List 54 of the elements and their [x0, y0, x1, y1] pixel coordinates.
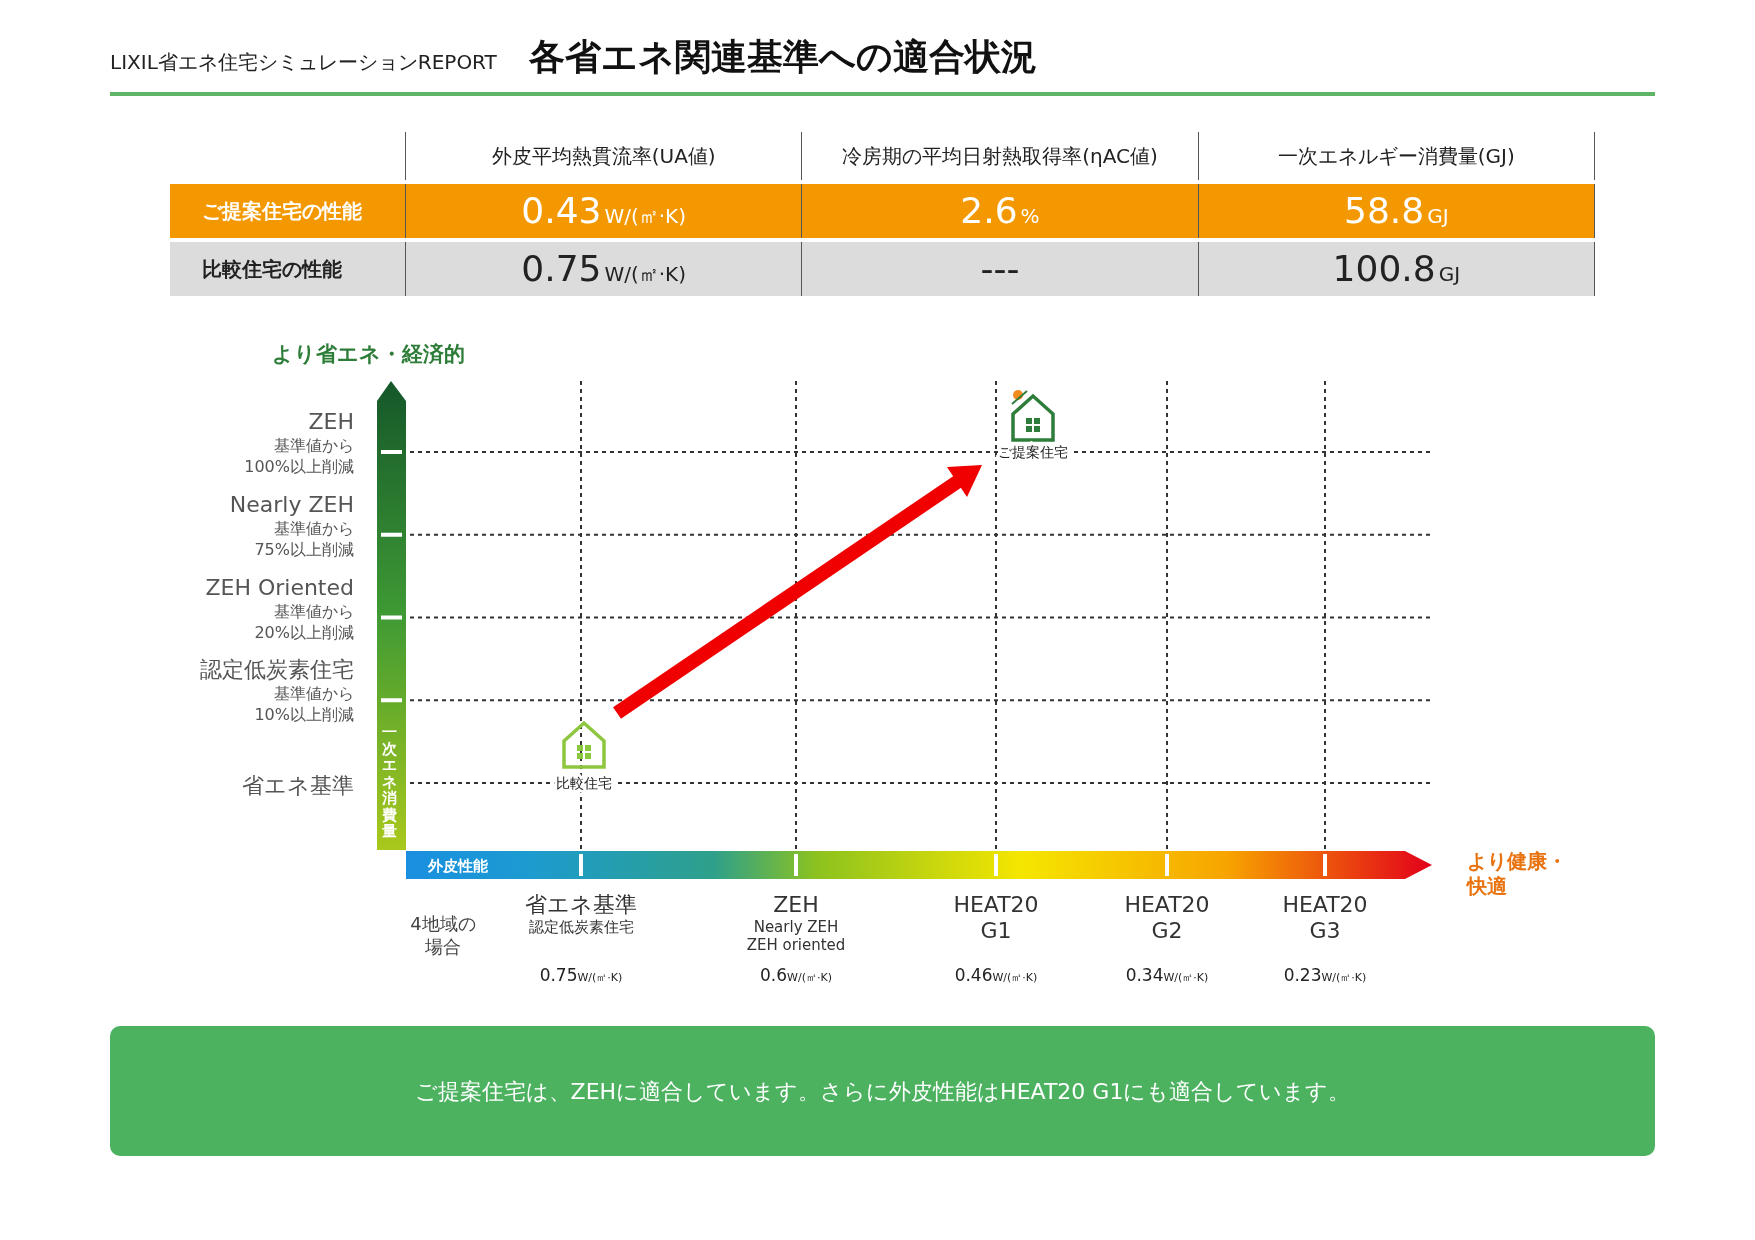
- level-title: G1: [980, 918, 1012, 943]
- level-title: 省エネ基準: [242, 773, 354, 798]
- summary-text: ご提案住宅は、ZEHに適合しています。さらに外皮性能はHEAT20 G1にも適合しています。: [414, 1077, 1351, 1106]
- value-text: 0.43 W/(㎡·K): [521, 189, 687, 233]
- level-note: 75%以上削減: [254, 539, 354, 559]
- value-text: 0.75 W/(㎡·K): [521, 247, 687, 291]
- value-label: 0.46W/(㎡·K): [954, 965, 1038, 985]
- level-title: HEAT20: [953, 892, 1039, 917]
- column-header: 外皮平均熱貫流率(UA値): [405, 132, 802, 180]
- level-note: 100%以上削減: [244, 457, 354, 476]
- axis-heading: 快適: [1467, 874, 1507, 898]
- level-title: ZEH: [308, 409, 354, 434]
- level-note: 20%以上削減: [254, 622, 354, 642]
- axis-heading: より健康・: [1467, 849, 1567, 873]
- value-label: 0.23W/(㎡·K): [1283, 965, 1367, 985]
- level-note: 10%以上削減: [254, 705, 354, 725]
- value-label: 0.6W/(㎡·K): [760, 965, 832, 985]
- axis-label: 一次エネ消費量: [382, 724, 397, 840]
- level-subtitle: Nearly ZEH: [753, 918, 839, 936]
- level-title: G2: [1151, 918, 1183, 943]
- level-note: 基準値から: [274, 436, 354, 455]
- row-heading: 場合: [425, 936, 461, 957]
- level-title: ZEH Oriented: [205, 574, 354, 600]
- level-title: G3: [1309, 918, 1341, 943]
- level-note: 基準値から: [274, 601, 354, 621]
- house-icon: [562, 720, 606, 769]
- level-note: 基準値から: [274, 518, 354, 538]
- value-label: 0.34W/(㎡·K): [1125, 965, 1209, 985]
- level-title: 省エネ基準: [525, 892, 637, 917]
- value-text: 100.8 GJ: [1332, 247, 1461, 291]
- level-title: HEAT20: [1282, 892, 1368, 917]
- row-label: 比較住宅の性能: [201, 256, 343, 283]
- house-label: ご提案住宅: [998, 444, 1068, 460]
- level-title: ZEH: [773, 892, 819, 917]
- column-header: 冷房期の平均日射熱取得率(ηAC値): [801, 132, 1198, 180]
- row-heading: 4地域の: [410, 913, 476, 934]
- level-title: HEAT20: [1124, 892, 1210, 917]
- house-icon: [1011, 390, 1055, 442]
- level-title: 認定低炭素住宅: [200, 657, 354, 683]
- report-name: LIXIL省エネ住宅シミュレーションREPORT: [110, 49, 497, 76]
- value-label: 0.75W/(㎡·K): [539, 965, 623, 985]
- axis-label: 外皮性能: [428, 857, 488, 875]
- level-subtitle: ZEH oriented: [746, 936, 846, 954]
- value-text: 2.6%: [960, 189, 1040, 233]
- level-note: 基準値から: [274, 684, 354, 704]
- row-label: ご提案住宅の性能: [201, 198, 363, 225]
- value-text: ---: [980, 247, 1020, 291]
- column-header: 一次エネルギー消費量(GJ): [1197, 132, 1595, 180]
- axis-heading: より省エネ・経済的: [272, 342, 465, 366]
- level-title: Nearly ZEH: [229, 491, 354, 517]
- value-text: 58.8 GJ: [1344, 189, 1449, 233]
- page-title: 各省エネ関連基準への適合状況: [528, 35, 1037, 79]
- level-subtitle: 認定低炭素住宅: [528, 918, 634, 936]
- house-label: 比較住宅: [556, 775, 612, 791]
